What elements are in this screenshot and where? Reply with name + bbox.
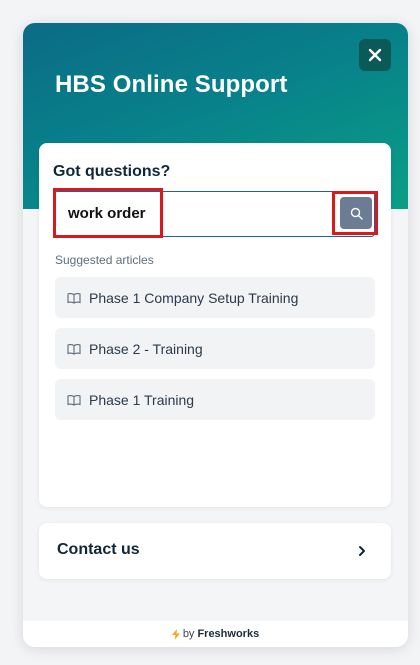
support-widget: HBS Online Support Got questions? Sugges… <box>23 23 408 647</box>
suggested-articles-list: Phase 1 Company Setup Training Phase 2 -… <box>55 277 375 430</box>
contact-us-label: Contact us <box>57 541 140 558</box>
freshworks-link[interactable]: Freshworks <box>197 628 259 640</box>
widget-title: HBS Online Support <box>55 71 288 98</box>
article-item[interactable]: Phase 1 Company Setup Training <box>55 277 375 318</box>
search-button[interactable] <box>340 197 372 229</box>
article-title: Phase 1 Company Setup Training <box>89 289 299 306</box>
book-icon <box>67 292 81 304</box>
book-icon <box>67 394 81 406</box>
bolt-icon <box>171 628 180 640</box>
contact-us-button[interactable]: Contact us <box>39 523 391 579</box>
powered-by-footer: by Freshworks <box>23 621 408 647</box>
search-card: Got questions? Suggested articles <box>39 143 391 507</box>
search-box <box>53 191 375 237</box>
search-icon <box>350 207 363 220</box>
search-input[interactable] <box>54 192 334 235</box>
search-card-heading: Got questions? <box>53 163 171 180</box>
chevron-right-icon <box>357 545 367 557</box>
article-title: Phase 1 Training <box>89 391 195 408</box>
book-icon <box>67 343 81 355</box>
footer-by-text: by <box>182 628 195 640</box>
close-button[interactable] <box>359 39 391 71</box>
article-item[interactable]: Phase 1 Training <box>55 379 375 420</box>
article-title: Phase 2 - Training <box>89 340 203 357</box>
suggested-articles-label: Suggested articles <box>55 253 154 267</box>
close-icon <box>368 48 382 62</box>
article-item[interactable]: Phase 2 - Training <box>55 328 375 369</box>
